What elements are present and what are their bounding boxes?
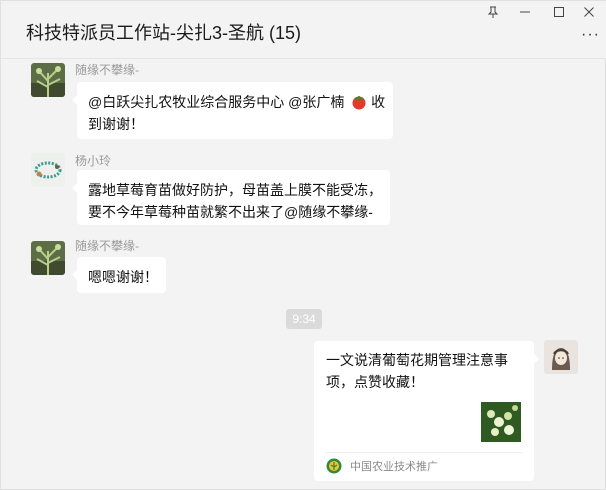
title-bar: 科技特派员工作站-尖扎3-圣航 (15) ··· [1,1,606,59]
message-text-line: 要不今年草莓种苗就繁不出来了@随缘不攀缘- [88,204,373,220]
message-text: @白跃尖扎农牧业综合服务中心 @张广楠 [88,94,345,110]
source-logo-icon [326,458,342,474]
message-bubble[interactable]: @白跃尖扎农牧业综合服务中心 @张广楠 收 到谢谢！ [72,82,393,139]
sketch-portrait-avatar-icon [544,340,578,374]
time-divider: 9:34 [286,309,322,329]
chat-window: 科技特派员工作站-尖扎3-圣航 (15) ··· 随缘不攀缘- @白跃尖扎农牧业… [0,0,606,490]
article-thumbnail [481,402,521,442]
plant-avatar-icon [31,241,65,275]
minimize-button[interactable] [515,4,535,20]
sender-name: 随缘不攀缘- [75,63,139,77]
card-divider [326,452,522,453]
shared-article-card[interactable]: 一文说清葡萄花期管理注意事项，点赞收藏！ 中国农业技术推广 [314,341,539,481]
grape-flower-image-icon [481,402,521,442]
tomato-emoji-icon [352,96,366,110]
article-title: 一文说清葡萄花期管理注意事项，点赞收藏！ [326,352,508,390]
avatar[interactable] [31,153,65,187]
message-bubble[interactable]: 露地草莓育苗做好防护，母苗盖上膜不能受冻， 要不今年草莓种苗就繁不出来了@随缘不… [72,170,390,225]
article-source: 中国农业技术推广 [326,458,438,474]
bracelet-avatar-icon [31,153,65,187]
sender-name: 杨小玲 [75,154,112,168]
close-button[interactable] [579,4,599,20]
my-avatar[interactable] [544,340,578,374]
maximize-icon [554,7,564,17]
more-options-button[interactable]: ··· [581,26,600,44]
sender-name: 随缘不攀缘- [75,239,139,253]
message-text-suffix: 收 [371,94,386,110]
pin-icon [487,6,499,18]
pin-button[interactable] [483,4,503,20]
message-text-line: 露地草莓育苗做好防护，母苗盖上膜不能受冻， [88,182,382,198]
minimize-icon [520,11,530,13]
source-name: 中国农业技术推广 [350,461,438,473]
avatar[interactable] [31,63,65,97]
chat-title: 科技特派员工作站-尖扎3-圣航 (15) [26,23,302,43]
maximize-button[interactable] [549,4,569,20]
plant-avatar-icon [31,63,65,97]
message-bubble[interactable]: 嗯嗯谢谢！ [72,257,166,293]
message-text-line: 到谢谢！ [88,116,144,132]
avatar[interactable] [31,241,65,275]
close-icon [584,7,594,17]
message-text-line: @白跃尖扎农牧业综合服务中心 @张广楠 收 [88,91,386,113]
